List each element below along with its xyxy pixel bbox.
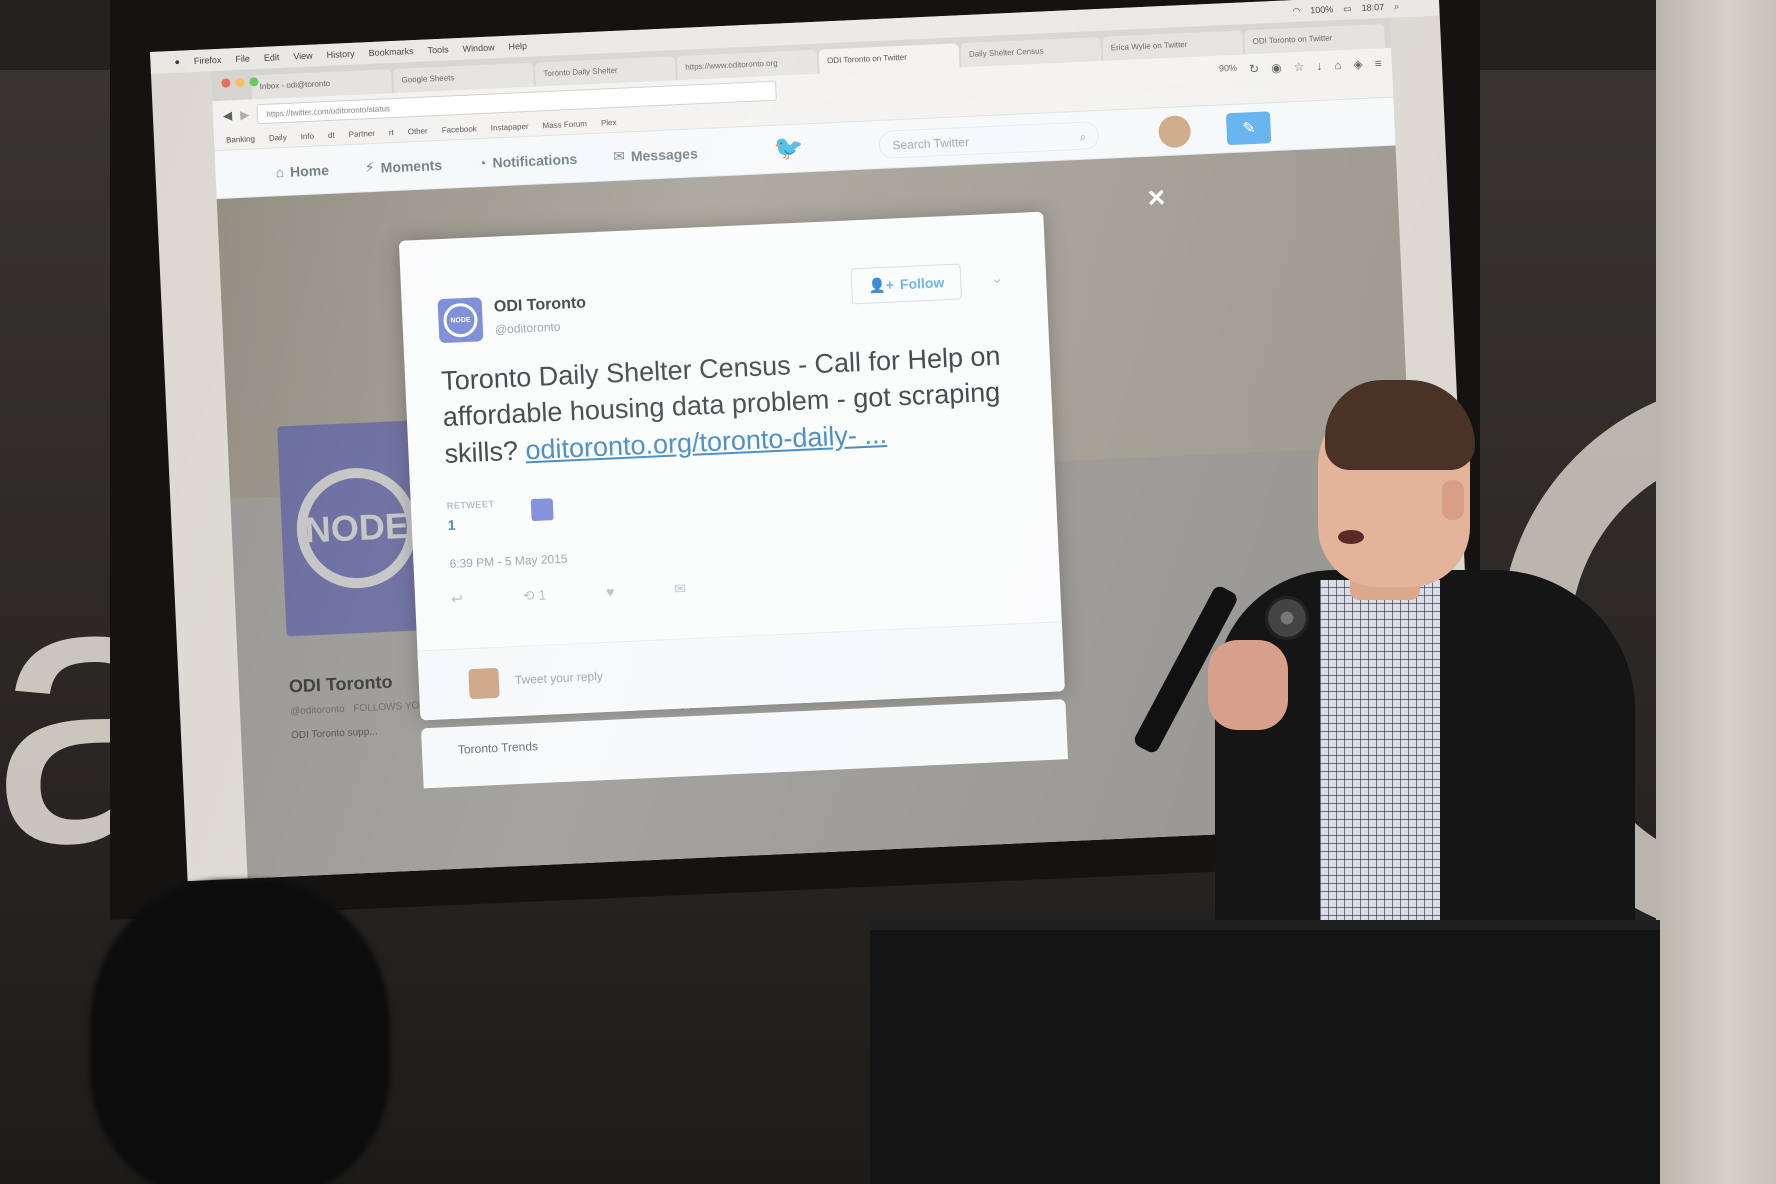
tweet-timestamp[interactable]: 6:39 PM - 5 May 2015 (449, 552, 568, 571)
apple-icon[interactable]: ● (174, 57, 180, 67)
menu-help[interactable]: Help (508, 41, 527, 52)
minimize-window-button[interactable] (235, 77, 245, 88)
nav-notifications[interactable]: ◔ Notifications (478, 150, 578, 170)
bookmark-item[interactable]: Daily (269, 133, 287, 143)
follow-button[interactable]: 👤+ Follow (850, 263, 963, 305)
tweet-author-name[interactable]: ODI Toronto (494, 294, 587, 316)
retweet-stat-label: RETWEET (446, 498, 495, 511)
bookmark-item[interactable]: Mass Forum (542, 119, 587, 130)
add-user-icon: 👤+ (867, 276, 895, 294)
forward-icon[interactable]: ▶ (240, 108, 250, 122)
menu-file[interactable]: File (235, 53, 250, 64)
bookmark-item[interactable]: Instapaper (491, 122, 529, 133)
bookmark-item[interactable]: Banking (226, 134, 255, 144)
nav-messages[interactable]: ✉ Messages (613, 144, 698, 165)
download-icon[interactable]: ↓ (1316, 59, 1323, 73)
toolbar-icons: 90% ↻ ◉ ☆ ↓ ⌂ ◈ ≡ (1219, 56, 1382, 77)
wifi-icon[interactable]: ◠ (1292, 5, 1300, 16)
nav-home[interactable]: ⌂ Home (275, 162, 329, 180)
reply-icon[interactable]: ↩ (451, 590, 463, 608)
menu-window[interactable]: Window (462, 42, 494, 53)
tweet-actions: ↩ ⟲ 1 ♥ ✉ (451, 580, 687, 608)
user-avatar[interactable] (1158, 114, 1192, 148)
bookmark-item[interactable]: Plex (601, 118, 617, 128)
like-icon[interactable]: ♥ (606, 583, 615, 600)
podium (870, 930, 1660, 1184)
reload-icon[interactable]: ↻ (1249, 62, 1260, 76)
window-controls (221, 77, 259, 88)
shield-icon[interactable]: ◉ (1271, 61, 1282, 75)
reply-user-avatar (468, 667, 500, 700)
menu-history[interactable]: History (326, 49, 354, 60)
lightning-icon: ⚡ (364, 158, 376, 176)
extension-icon[interactable]: ◈ (1353, 57, 1363, 71)
zoom-level[interactable]: 90% (1219, 63, 1238, 78)
menu-firefox[interactable]: Firefox (194, 55, 222, 66)
bookmark-item[interactable]: dt (328, 131, 335, 140)
twitter-bird-icon[interactable]: 🐦 (773, 133, 804, 163)
menu-edit[interactable]: Edit (264, 52, 280, 63)
menu-bookmarks[interactable]: Bookmarks (368, 46, 413, 58)
compose-tweet-button[interactable]: ✎ (1226, 110, 1272, 145)
bookmark-item[interactable]: rt (389, 128, 394, 137)
bookmark-item[interactable]: Info (300, 132, 314, 142)
hamburger-menu-icon[interactable]: ≡ (1374, 56, 1382, 70)
retweet-action[interactable]: ⟲ 1 (522, 587, 546, 605)
retweet-stat-count[interactable]: 1 (447, 517, 456, 533)
right-wall (1656, 0, 1776, 1184)
bookmark-star-icon[interactable]: ☆ (1293, 60, 1304, 74)
tweet-body: Toronto Daily Shelter Census - Call for … (440, 337, 1024, 473)
follow-button-label: Follow (899, 274, 945, 293)
bookmark-item[interactable]: Other (408, 126, 428, 136)
nav-moments[interactable]: ⚡ Moments (364, 156, 442, 176)
spotlight-search-icon[interactable]: ⌕ (1394, 1, 1400, 12)
bookmark-item[interactable]: Facebook (442, 124, 478, 135)
microphone-head (1265, 596, 1309, 640)
bell-icon: ◔ (477, 154, 487, 171)
twitter-search-input[interactable]: Search Twitter ⌕ (878, 120, 1100, 159)
nav-messages-label: Messages (630, 144, 699, 164)
search-icon[interactable]: ⌕ (1079, 129, 1086, 143)
retweeter-avatar[interactable] (530, 498, 554, 522)
nav-home-label: Home (289, 161, 330, 180)
chevron-down-icon[interactable]: ⌄ (991, 270, 1003, 288)
tweet-author-avatar[interactable]: NODE (437, 297, 484, 344)
presentation-scene: a ● Firefox File Edit View History Bookm… (0, 0, 1776, 1184)
speaker-hand (1208, 640, 1288, 730)
home-icon[interactable]: ⌂ (1334, 58, 1342, 72)
quill-icon: ✎ (1241, 119, 1257, 138)
back-icon[interactable]: ◀ (223, 108, 233, 122)
maximize-window-button[interactable] (249, 77, 259, 87)
battery-icon[interactable]: ▭ (1343, 3, 1352, 14)
tweet-detail-modal: NODE ODI Toronto @oditoronto 👤+ Follow ⌄… (398, 211, 1065, 721)
node-logo: NODE (442, 302, 479, 338)
trends-title: Toronto Trends (457, 739, 539, 757)
menubar-status: ◠ 100% ▭ 18:07 ⌕ (1292, 0, 1439, 17)
close-window-button[interactable] (221, 78, 231, 88)
envelope-icon: ✉ (612, 147, 626, 165)
menu-view[interactable]: View (293, 51, 313, 62)
direct-message-icon[interactable]: ✉ (674, 580, 686, 598)
retweet-icon: ⟲ (522, 587, 535, 604)
search-placeholder: Search Twitter (892, 134, 970, 152)
retweet-action-count: 1 (538, 586, 547, 603)
speaker-shirt (1320, 580, 1440, 960)
home-icon: ⌂ (275, 163, 285, 180)
audience-member-head (90, 880, 390, 1184)
menu-tools[interactable]: Tools (427, 44, 448, 55)
speaker-mouth (1338, 530, 1364, 544)
bookmark-item[interactable]: Partner (348, 129, 375, 139)
battery-level[interactable]: 100% (1310, 4, 1334, 16)
tweet-author-handle[interactable]: @oditoronto (495, 320, 561, 337)
nav-notifications-label: Notifications (492, 150, 578, 171)
clock[interactable]: 18:07 (1361, 1, 1384, 13)
reply-input[interactable]: Tweet your reply (515, 669, 604, 687)
nav-moments-label: Moments (380, 156, 443, 176)
speaker-ear (1442, 480, 1464, 520)
close-modal-icon[interactable]: × (1147, 181, 1166, 216)
